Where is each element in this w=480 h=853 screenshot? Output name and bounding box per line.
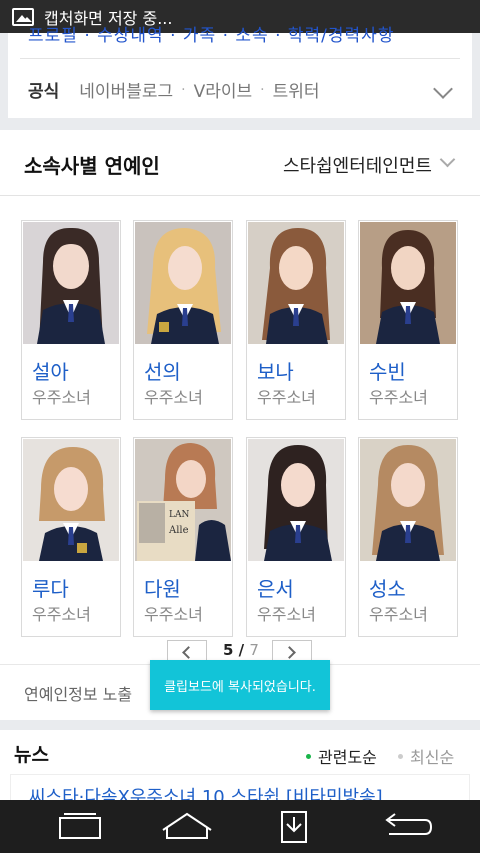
official-links-row: 공식 네이버블로그 · V라이브 · 트위터 — [28, 77, 320, 103]
news-title: 뉴스 — [14, 744, 49, 766]
agency-selector[interactable]: 스타쉽엔터테인먼트 — [283, 152, 432, 178]
artist-card[interactable]: LAN Alle 다원 우주소녀 — [133, 437, 233, 637]
artist-card[interactable]: 보나 우주소녀 — [246, 220, 346, 420]
artist-group: 우주소녀 — [144, 605, 203, 624]
artist-card[interactable]: 은서 우주소녀 — [246, 437, 346, 637]
download-icon — [281, 811, 307, 843]
artist-name[interactable]: 선의 — [144, 356, 181, 385]
news-section: 뉴스 관련도순 최신순 씨스타·다솜X우주소녀 10 스타쉽 [비타민방송] — [0, 730, 480, 800]
profile-card: 프로필 · 수상내역 · 가족 · 소속 · 학력/경력사항 공식 네이버블로그… — [8, 26, 472, 118]
back-button[interactable] — [345, 800, 465, 853]
news-headline[interactable]: 씨스타·다솜X우주소녀 10 스타쉽 [비타민방송] — [29, 783, 383, 800]
artist-name[interactable]: 설아 — [32, 356, 69, 385]
agency-artists-section: 소속사별 연예인 스타쉽엔터테인먼트 설아 우주소녀 선의 우주소녀 보나 우주… — [0, 130, 480, 720]
divider — [20, 58, 460, 59]
artist-group: 우주소녀 — [369, 388, 428, 407]
link-naver-blog[interactable]: 네이버블로그 — [79, 77, 173, 102]
download-button[interactable] — [235, 800, 355, 853]
svg-text:Alle: Alle — [168, 525, 189, 536]
artist-name[interactable]: 은서 — [257, 573, 294, 602]
section-title: 소속사별 연예인 — [24, 154, 160, 178]
artist-group: 우주소녀 — [32, 388, 91, 407]
artist-name[interactable]: 루다 — [32, 573, 69, 602]
chevron-down-icon[interactable] — [433, 79, 453, 99]
separator-dot: · — [260, 81, 265, 98]
section-header: 소속사별 연예인 스타쉽엔터테인먼트 — [0, 130, 480, 196]
sort-latest[interactable]: 최신순 — [398, 744, 454, 768]
artist-photo — [23, 222, 119, 344]
news-item[interactable]: 씨스타·다솜X우주소녀 10 스타쉽 [비타민방송] — [10, 774, 470, 800]
artist-card[interactable]: 선의 우주소녀 — [133, 220, 233, 420]
artist-group: 우주소녀 — [369, 605, 428, 624]
artist-card[interactable]: 성소 우주소녀 — [358, 437, 458, 637]
sort-label: 관련도순 — [318, 748, 377, 767]
link-vlive[interactable]: V라이브 — [194, 77, 253, 102]
sort-relevance[interactable]: 관련도순 — [306, 744, 377, 768]
artist-photo — [23, 439, 119, 561]
artist-name[interactable]: 수빈 — [369, 356, 406, 385]
page-separator: / — [238, 641, 245, 659]
inactive-dot-icon — [398, 753, 403, 759]
back-icon — [385, 813, 433, 835]
artist-group: 우주소녀 — [257, 605, 316, 624]
recent-apps-button[interactable] — [30, 800, 150, 853]
artist-group: 우주소녀 — [144, 388, 203, 407]
chevron-down-icon[interactable] — [439, 151, 456, 168]
artist-photo — [360, 222, 456, 344]
active-dot-icon — [306, 753, 311, 759]
artist-card[interactable]: 루다 우주소녀 — [21, 437, 121, 637]
artist-name[interactable]: 보나 — [257, 356, 294, 385]
artist-name[interactable]: 다원 — [144, 573, 181, 602]
info-text[interactable]: 연예인정보 노출 — [24, 681, 132, 705]
chevron-left-icon — [182, 646, 195, 659]
artist-photo: LAN Alle — [135, 439, 231, 561]
svg-text:LAN: LAN — [169, 510, 189, 520]
system-nav-bar — [0, 800, 480, 853]
artist-group: 우주소녀 — [257, 388, 316, 407]
profile-links-cut[interactable]: 프로필 · 수상내역 · 가족 · 소속 · 학력/경력사항 — [28, 21, 448, 46]
clipboard-toast: 클립보드에 복사되었습니다. — [150, 660, 330, 710]
separator-dot: · — [181, 81, 186, 98]
artist-photo — [135, 222, 231, 344]
artist-name[interactable]: 성소 — [369, 573, 406, 602]
official-label: 공식 — [28, 82, 60, 102]
link-twitter[interactable]: 트위터 — [273, 77, 320, 102]
recent-apps-icon — [59, 813, 101, 839]
total-pages: 7 — [249, 641, 259, 659]
page-counter: 5 / 7 — [223, 641, 259, 659]
current-page: 5 — [223, 641, 234, 659]
artist-photo — [248, 222, 344, 344]
artist-card[interactable]: 설아 우주소녀 — [21, 220, 121, 420]
sort-label: 최신순 — [410, 748, 455, 767]
artist-card[interactable]: 수빈 우주소녀 — [358, 220, 458, 420]
artist-photo — [248, 439, 344, 561]
artist-photo — [360, 439, 456, 561]
chevron-right-icon — [283, 646, 296, 659]
artist-group: 우주소녀 — [32, 605, 91, 624]
